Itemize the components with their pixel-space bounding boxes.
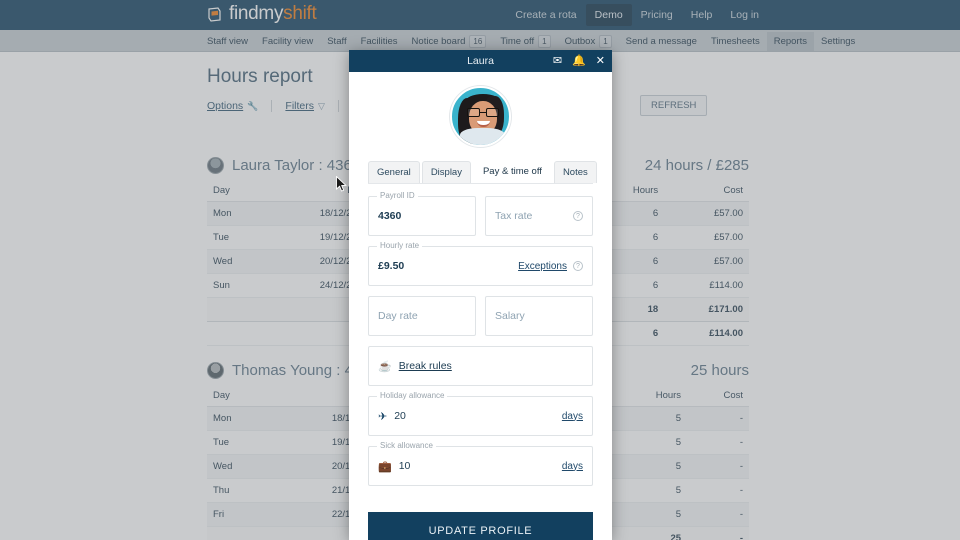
- tax-rate-help-icon[interactable]: ?: [573, 211, 583, 221]
- sick-allowance-unit[interactable]: days: [562, 461, 583, 472]
- day-rate-placeholder: Day rate: [378, 310, 418, 322]
- tab-pay-and-time-off[interactable]: Pay & time off: [472, 159, 552, 183]
- hourly-rate-label: Hourly rate: [377, 241, 423, 251]
- close-icon[interactable]: ✕: [596, 55, 605, 67]
- break-rules-field[interactable]: ☕ Break rules: [368, 346, 593, 386]
- bell-icon[interactable]: 🔔: [572, 55, 586, 67]
- tax-rate-placeholder: Tax rate: [495, 210, 533, 222]
- modal-header: Laura ✉ 🔔 ✕: [349, 50, 612, 72]
- salary-placeholder: Salary: [495, 310, 525, 322]
- app-root: findmyshift Create a rota Demo Pricing H…: [0, 0, 960, 540]
- day-rate-field[interactable]: Day rate: [368, 296, 476, 336]
- profile-photo[interactable]: [450, 86, 511, 147]
- modal-title: Laura: [467, 55, 494, 67]
- payroll-id-label: Payroll ID: [377, 191, 418, 201]
- modal-body: General Display Pay & time off Notes Pay…: [349, 72, 612, 540]
- staff-profile-modal: Laura ✉ 🔔 ✕ General Display Pay & time o…: [349, 50, 612, 540]
- mouse-cursor: [336, 176, 347, 192]
- hourly-rate-value: £9.50: [378, 260, 405, 272]
- medical-bag-icon: 💼: [378, 460, 392, 473]
- tab-general[interactable]: General: [368, 161, 420, 183]
- plane-icon: ✈: [378, 410, 388, 423]
- tab-notes[interactable]: Notes: [553, 161, 597, 183]
- holiday-allowance-label: Holiday allowance: [377, 391, 448, 401]
- tax-rate-field[interactable]: Tax rate ?: [485, 196, 593, 236]
- holiday-allowance-value: 20: [394, 410, 406, 422]
- sick-allowance-field[interactable]: Sick allowance 💼 10 days: [368, 441, 593, 486]
- break-rules-link[interactable]: Break rules: [399, 360, 452, 372]
- tab-display[interactable]: Display: [421, 161, 471, 183]
- salary-field[interactable]: Salary: [485, 296, 593, 336]
- sick-allowance-label: Sick allowance: [377, 441, 436, 451]
- exceptions-link[interactable]: Exceptions: [518, 261, 567, 272]
- holiday-allowance-field[interactable]: Holiday allowance ✈ 20 days: [368, 391, 593, 436]
- payroll-id-value: 4360: [378, 210, 402, 222]
- coffee-icon: ☕: [378, 360, 392, 373]
- modal-tabs: General Display Pay & time off Notes: [368, 159, 597, 184]
- hourly-rate-help-icon[interactable]: ?: [573, 261, 583, 271]
- envelope-icon[interactable]: ✉: [553, 55, 562, 67]
- payroll-id-field[interactable]: Payroll ID 4360: [368, 191, 476, 236]
- holiday-allowance-unit[interactable]: days: [562, 411, 583, 422]
- profile-photo-wrap: [368, 81, 593, 159]
- update-profile-button[interactable]: UPDATE PROFILE: [368, 512, 593, 540]
- hourly-rate-field[interactable]: Hourly rate £9.50 Exceptions ?: [368, 241, 593, 286]
- sick-allowance-value: 10: [398, 460, 411, 472]
